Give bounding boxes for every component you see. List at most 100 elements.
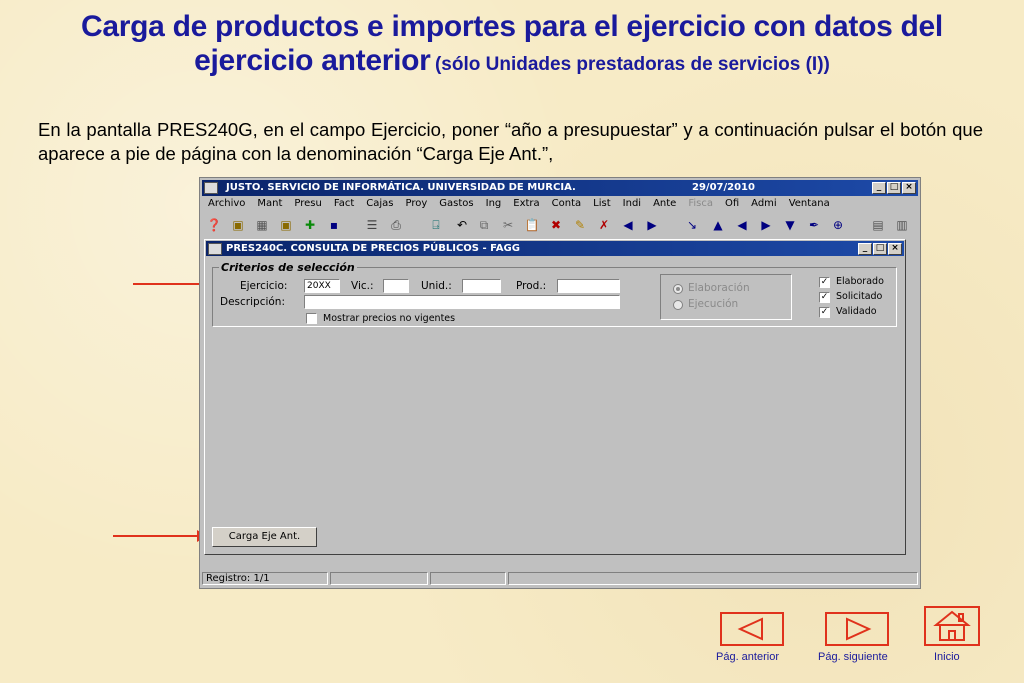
zoom-icon[interactable]: ⊕ <box>830 217 846 233</box>
menu-conta[interactable]: Conta <box>548 198 586 212</box>
menu-admi[interactable]: Admi <box>747 198 781 212</box>
next-record-icon[interactable]: ▶ <box>758 217 774 233</box>
form-icon <box>208 243 222 255</box>
menu-extra[interactable]: Extra <box>509 198 543 212</box>
grid-icon[interactable]: ▦ <box>254 217 270 233</box>
next-page-label[interactable]: Pág. siguiente <box>818 651 888 663</box>
ejercicio-label: Ejercicio: <box>240 280 288 292</box>
prod-field[interactable] <box>557 279 620 293</box>
home-button[interactable] <box>924 606 980 646</box>
toolbar: ❓ ▣ ▦ ▣ ✚ ▪ ☰ ⎙ ⍈ ↶ ⧉ ✂ 📋 ✖ ✎ ✗ ◀ ▶ ↘ ▲ … <box>204 216 916 236</box>
elaborado-checkbox[interactable]: ✓ <box>819 277 830 288</box>
menu-cajas[interactable]: Cajas <box>362 198 397 212</box>
elaboracion-label: Elaboración <box>688 282 750 294</box>
clear-icon[interactable]: ✗ <box>596 217 612 233</box>
query-icon[interactable]: ❓ <box>206 217 222 233</box>
edit-icon[interactable]: ✎ <box>572 217 588 233</box>
menu-ing[interactable]: Ing <box>482 198 506 212</box>
app-window: JUSTO. SERVICIO DE INFORMÁTICA. UNIVERSI… <box>199 177 921 589</box>
menu-ofi[interactable]: Ofi <box>721 198 743 212</box>
form-close-button[interactable]: × <box>888 243 902 255</box>
pen-icon[interactable]: ✒ <box>806 217 822 233</box>
intro-text: En la pantalla PRES240G, en el campo Eje… <box>38 119 983 164</box>
function-icon[interactable]: ▥ <box>894 217 910 233</box>
descripcion-field[interactable] <box>304 295 620 309</box>
menu-mant[interactable]: Mant <box>253 198 286 212</box>
app-titlebar: JUSTO. SERVICIO DE INFORMÁTICA. UNIVERSI… <box>202 180 918 196</box>
slide-title: Carga de productos e importes para el ej… <box>0 10 1024 83</box>
delete-icon[interactable]: ✖ <box>548 217 564 233</box>
status-registro: Registro: 1/1 <box>202 572 328 585</box>
paste-icon[interactable]: 📋 <box>524 217 540 233</box>
up-icon[interactable]: ▲ <box>710 217 726 233</box>
prod-label: Prod.: <box>516 280 547 292</box>
down-icon[interactable]: ▼ <box>782 217 798 233</box>
unid-label: Unid.: <box>421 280 452 292</box>
ejecucion-radio[interactable] <box>673 300 683 310</box>
validado-label: Validado <box>836 306 877 317</box>
prev-page-label[interactable]: Pág. anterior <box>716 651 779 663</box>
maximize-button[interactable]: □ <box>887 182 901 194</box>
arrow-carga-pointer <box>113 530 207 542</box>
last-icon[interactable]: ▶ <box>644 217 660 233</box>
menu-gastos[interactable]: Gastos <box>435 198 477 212</box>
app-date: 29/07/2010 <box>692 182 755 193</box>
cut-icon[interactable]: ✂ <box>500 217 516 233</box>
status-cell-2 <box>330 572 428 585</box>
solicitado-checkbox[interactable]: ✓ <box>819 292 830 303</box>
menu-bar: Archivo Mant Presu Fact Cajas Proy Gasto… <box>204 198 916 212</box>
menu-archivo[interactable]: Archivo <box>204 198 249 212</box>
prev-record-icon[interactable]: ◀ <box>734 217 750 233</box>
mostrar-checkbox[interactable] <box>306 313 317 324</box>
prev-page-button[interactable] <box>720 612 784 646</box>
ejercicio-field[interactable]: 20XX <box>304 279 340 293</box>
print-icon[interactable]: ⎙ <box>388 217 404 233</box>
undo-icon[interactable]: ↶ <box>454 217 470 233</box>
slide-title-line2: ejercicio anterior <box>194 44 431 77</box>
descripcion-label: Descripción: <box>220 296 285 308</box>
copy-icon[interactable]: ⧉ <box>476 217 492 233</box>
menu-ventana[interactable]: Ventana <box>785 198 834 212</box>
form-maximize-button[interactable]: □ <box>873 243 887 255</box>
status-cell-4 <box>508 572 918 585</box>
slide-title-note: (sólo Unidades prestadoras de servicios … <box>434 54 830 75</box>
close-button[interactable]: × <box>902 182 916 194</box>
ejecucion-label: Ejecución <box>688 298 739 310</box>
vic-field[interactable] <box>383 279 409 293</box>
form-titlebar: PRES240C. CONSULTA DE PRECIOS PÚBLICOS -… <box>206 241 904 256</box>
menu-indi[interactable]: Indi <box>619 198 645 212</box>
menu-fisca[interactable]: Fisca <box>684 198 717 212</box>
next-page-button[interactable] <box>825 612 889 646</box>
home-icon <box>933 610 971 641</box>
tool-icon[interactable]: ↘ <box>684 217 700 233</box>
first-icon[interactable]: ◀ <box>620 217 636 233</box>
vic-label: Vic.: <box>351 280 374 292</box>
add-icon[interactable]: ✚ <box>302 217 318 233</box>
exit-icon[interactable]: ⍈ <box>428 217 444 233</box>
app-icon <box>204 182 218 194</box>
box-icon[interactable]: ▣ <box>230 217 246 233</box>
status-cell-3 <box>430 572 506 585</box>
menu-list[interactable]: List <box>589 198 614 212</box>
triangle-right-icon <box>846 617 872 641</box>
form-window: PRES240C. CONSULTA DE PRECIOS PÚBLICOS -… <box>204 239 906 555</box>
menu-proy[interactable]: Proy <box>401 198 431 212</box>
carga-eje-ant-button[interactable]: Carga Eje Ant. <box>212 527 317 547</box>
mostrar-label: Mostrar precios no vigentes <box>323 313 456 324</box>
box-search-icon[interactable]: ▣ <box>278 217 294 233</box>
minimize-button[interactable]: _ <box>872 182 886 194</box>
triangle-left-icon <box>737 617 763 641</box>
save-icon[interactable]: ▪ <box>326 217 342 233</box>
home-label[interactable]: Inicio <box>934 651 960 663</box>
form-minimize-button[interactable]: _ <box>858 243 872 255</box>
menu-ante[interactable]: Ante <box>649 198 680 212</box>
app-title: JUSTO. SERVICIO DE INFORMÁTICA. UNIVERSI… <box>226 182 576 193</box>
menu-fact[interactable]: Fact <box>330 198 358 212</box>
unid-field[interactable] <box>462 279 501 293</box>
elaboracion-radio[interactable] <box>673 284 683 294</box>
list-icon[interactable]: ☰ <box>364 217 380 233</box>
menu-presu[interactable]: Presu <box>290 198 325 212</box>
window-icon[interactable]: ▤ <box>870 217 886 233</box>
estado-radio-group <box>660 274 792 320</box>
validado-checkbox[interactable]: ✓ <box>819 307 830 318</box>
